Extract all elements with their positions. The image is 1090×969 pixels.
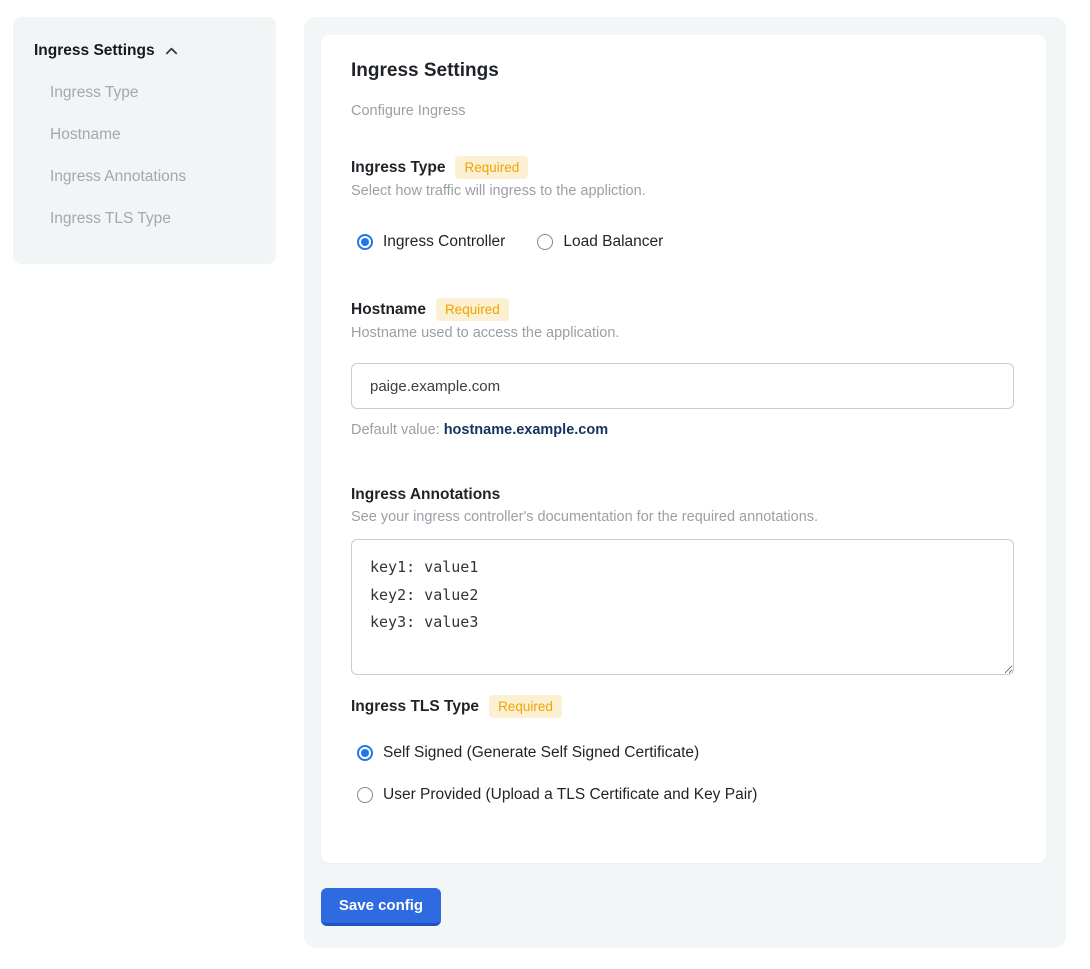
settings-sidebar: Ingress Settings Ingress Type Hostname I… [13,17,276,264]
ingress-type-label: Ingress Type [351,158,445,178]
sidebar-item-ingress-tls-type[interactable]: Ingress TLS Type [50,210,256,228]
ingress-annotations-textarea[interactable]: key1: value1 key2: value2 key3: value3 [351,539,1014,675]
ingress-type-radio-group: Ingress Controller Load Balancer [351,232,1016,252]
sidebar-item-ingress-type[interactable]: Ingress Type [50,84,256,102]
radio-self-signed[interactable]: Self Signed (Generate Self Signed Certif… [351,743,1016,763]
radio-selected-icon[interactable] [357,745,373,761]
section-hostname: Hostname Required Hostname used to acces… [351,298,1016,439]
hostname-input[interactable] [351,363,1014,409]
save-config-button[interactable]: Save config [321,888,441,926]
radio-user-provided-label: User Provided (Upload a TLS Certificate … [383,785,757,805]
radio-user-provided[interactable]: User Provided (Upload a TLS Certificate … [351,785,1016,805]
page-title: Ingress Settings [351,60,1016,82]
radio-unselected-icon[interactable] [537,234,553,250]
ingress-annotations-help: See your ingress controller's documentat… [351,509,1016,526]
radio-selected-icon[interactable] [357,234,373,250]
default-value-text: hostname.example.com [444,422,608,438]
section-ingress-annotations: Ingress Annotations See your ingress con… [351,485,1016,675]
sidebar-group-toggle[interactable]: Ingress Settings [34,42,256,60]
hostname-default-line: Default value: hostname.example.com [351,422,1016,439]
default-value-prefix: Default value: [351,422,444,438]
radio-unselected-icon[interactable] [357,787,373,803]
ingress-settings-card: Ingress Settings Configure Ingress Ingre… [321,35,1046,863]
radio-load-balancer[interactable]: Load Balancer [537,232,663,252]
sidebar-item-ingress-annotations[interactable]: Ingress Annotations [50,168,256,186]
radio-ingress-controller-label: Ingress Controller [383,232,505,252]
ingress-annotations-label: Ingress Annotations [351,485,500,505]
ingress-type-help: Select how traffic will ingress to the a… [351,183,1016,200]
section-ingress-tls-type: Ingress TLS Type Required Self Signed (G… [351,695,1016,805]
chevron-up-icon[interactable] [164,44,179,59]
section-ingress-type: Ingress Type Required Select how traffic… [351,156,1016,252]
settings-panel: Ingress Settings Configure Ingress Ingre… [304,17,1066,948]
sidebar-group-title: Ingress Settings [34,42,155,60]
sidebar-item-hostname[interactable]: Hostname [50,126,256,144]
required-badge: Required [436,298,509,321]
ingress-tls-type-label: Ingress TLS Type [351,697,479,717]
hostname-label: Hostname [351,300,426,320]
radio-ingress-controller[interactable]: Ingress Controller [357,232,505,252]
radio-self-signed-label: Self Signed (Generate Self Signed Certif… [383,743,699,763]
required-badge: Required [455,156,528,179]
radio-load-balancer-label: Load Balancer [563,232,663,252]
required-badge: Required [489,695,562,718]
hostname-help: Hostname used to access the application. [351,325,1016,342]
page-subtitle: Configure Ingress [351,104,1016,119]
